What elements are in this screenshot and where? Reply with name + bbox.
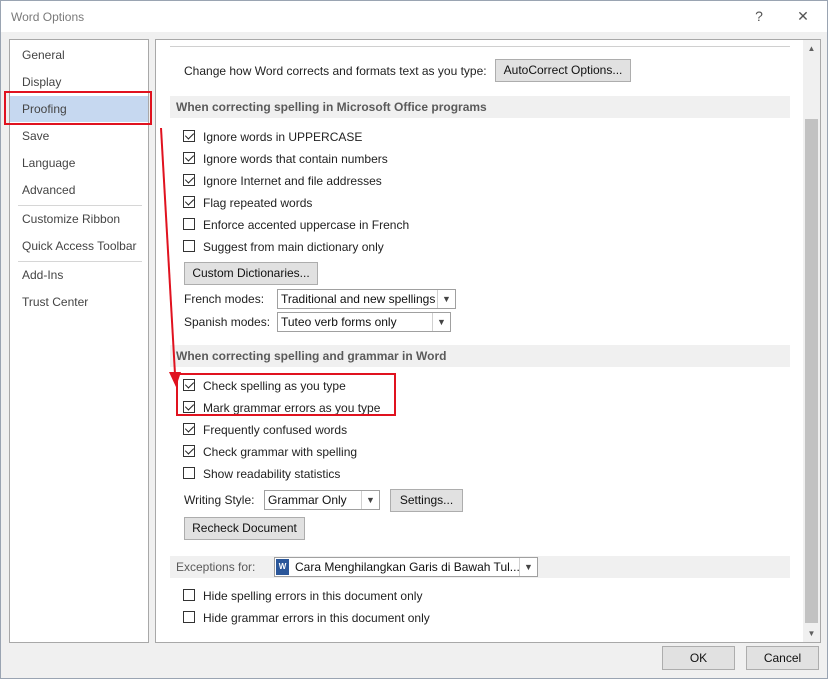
- checkbox[interactable]: [183, 152, 195, 164]
- exceptions-label: Exceptions for:: [176, 560, 256, 574]
- recheck-document-button[interactable]: Recheck Document: [184, 517, 305, 540]
- french-modes-select[interactable]: Traditional and new spellings ▼: [277, 289, 456, 309]
- checkbox[interactable]: [183, 130, 195, 142]
- sidebar-item-advanced[interactable]: Advanced: [10, 177, 148, 203]
- chevron-down-icon: ▼: [361, 491, 379, 509]
- spelling-grammar-highlight-box: [176, 373, 396, 416]
- checkbox[interactable]: [183, 196, 195, 208]
- window-title: Word Options: [11, 10, 85, 24]
- checkbox[interactable]: [183, 445, 195, 457]
- chevron-down-icon: ▼: [519, 558, 537, 576]
- checkbox[interactable]: [183, 611, 195, 623]
- cancel-button[interactable]: Cancel: [746, 646, 819, 670]
- sidebar-item-customize-ribbon[interactable]: Customize Ribbon: [10, 206, 148, 232]
- sidebar-item-language[interactable]: Language: [10, 150, 148, 176]
- proofing-panel: Change how Word corrects and formats tex…: [155, 39, 821, 643]
- title-bar: Word Options ? ✕: [1, 1, 827, 32]
- french-modes-label: French modes:: [184, 292, 265, 306]
- autocorrect-text: Change how Word corrects and formats tex…: [184, 64, 487, 78]
- writing-style-label: Writing Style:: [184, 493, 255, 507]
- checkbox[interactable]: [183, 423, 195, 435]
- sidebar-item-add-ins[interactable]: Add-Ins: [10, 262, 148, 288]
- writing-style-select[interactable]: Grammar Only ▼: [264, 490, 380, 510]
- sidebar-item-save[interactable]: Save: [10, 123, 148, 149]
- scroll-thumb[interactable]: [805, 119, 818, 623]
- ok-button[interactable]: OK: [662, 646, 735, 670]
- checkbox[interactable]: [183, 174, 195, 186]
- chevron-down-icon: ▼: [437, 290, 455, 308]
- spanish-modes-label: Spanish modes:: [184, 315, 271, 329]
- sidebar-item-general[interactable]: General: [10, 42, 148, 68]
- section-heading-word: When correcting spelling and grammar in …: [170, 345, 790, 367]
- settings-button[interactable]: Settings...: [390, 489, 463, 512]
- sidebar-item-quick-access-toolbar[interactable]: Quick Access Toolbar: [10, 233, 148, 259]
- cut-off-section-heading: [170, 46, 790, 47]
- scroll-up-icon[interactable]: ▲: [803, 40, 820, 57]
- checkbox[interactable]: [183, 218, 195, 230]
- scroll-down-icon[interactable]: ▼: [803, 625, 820, 642]
- vertical-scrollbar[interactable]: ▲ ▼: [803, 40, 820, 642]
- chevron-down-icon: ▼: [432, 313, 450, 331]
- checkbox[interactable]: [183, 589, 195, 601]
- close-icon[interactable]: ✕: [789, 5, 817, 27]
- word-document-icon: W: [276, 559, 289, 575]
- exceptions-document-select[interactable]: W Cara Menghilangkan Garis di Bawah Tul.…: [274, 557, 538, 577]
- checkbox[interactable]: [183, 240, 195, 252]
- checkbox[interactable]: [183, 467, 195, 479]
- custom-dictionaries-button[interactable]: Custom Dictionaries...: [184, 262, 318, 285]
- help-icon[interactable]: ?: [745, 5, 773, 27]
- section-heading-office: When correcting spelling in Microsoft Of…: [170, 96, 790, 118]
- sidebar-item-trust-center[interactable]: Trust Center: [10, 289, 148, 315]
- proofing-highlight-box: [4, 91, 152, 125]
- spanish-modes-select[interactable]: Tuteo verb forms only ▼: [277, 312, 451, 332]
- autocorrect-options-button[interactable]: AutoCorrect Options...: [495, 59, 631, 82]
- options-sidebar: General Display Proofing Save Language A…: [9, 39, 149, 643]
